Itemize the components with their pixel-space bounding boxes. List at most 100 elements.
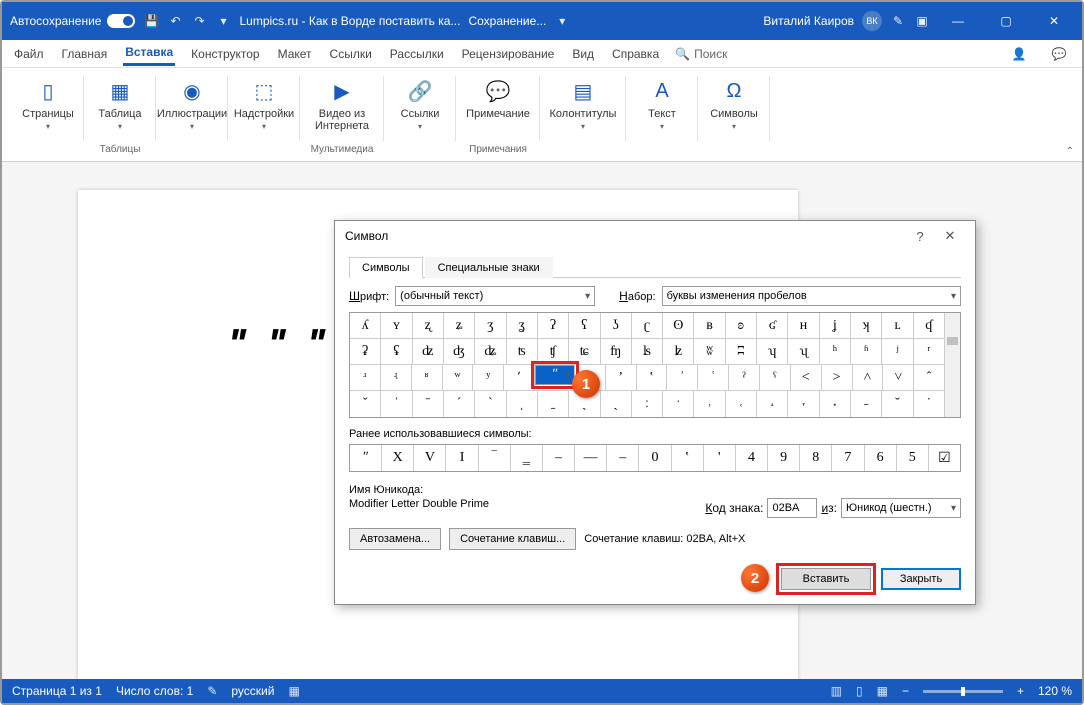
draw-icon[interactable]: ✎ <box>890 13 906 29</box>
symbol-cell[interactable]: ˄ <box>853 365 884 390</box>
from-select[interactable]: Юникод (шестн.) <box>841 498 961 518</box>
symbol-cell[interactable]: ʦ <box>507 339 538 364</box>
symbol-cell[interactable]: ʹ <box>504 365 535 390</box>
dialog-help-button[interactable]: ? <box>905 229 935 244</box>
symbol-cell[interactable]: ʔ <box>538 313 569 338</box>
recent-symbol[interactable]: ☑ <box>929 445 960 471</box>
recent-symbol[interactable]: ‾ <box>479 445 511 471</box>
addins-button[interactable]: ⬚Надстройки▾ <box>234 72 294 135</box>
recent-symbol[interactable]: ‒ <box>543 445 575 471</box>
symbol-cell[interactable]: ʷ <box>443 365 474 390</box>
symbol-cell[interactable]: ʺ <box>535 365 575 385</box>
subset-select[interactable]: буквы изменения пробелов <box>662 286 961 306</box>
headerfooter-button[interactable]: ▤Колонтитулы▾ <box>546 72 620 135</box>
symbol-cell[interactable]: ʟ <box>882 313 913 338</box>
recent-symbol[interactable]: 5 <box>897 445 929 471</box>
symbol-cell[interactable]: ˇ <box>350 391 381 417</box>
symbol-cell[interactable]: ʢ <box>381 339 412 364</box>
print-layout-icon[interactable]: ▯ <box>856 684 863 698</box>
recent-symbol[interactable]: 8 <box>800 445 832 471</box>
font-select[interactable]: (обычный текст) <box>395 286 595 306</box>
online-video-button[interactable]: ▶Видео из Интернета <box>306 72 378 136</box>
symbol-cell[interactable]: ˀ <box>729 365 760 390</box>
symbol-cell[interactable]: ʓ <box>507 313 538 338</box>
symbol-cell[interactable]: ʝ <box>820 313 851 338</box>
symbol-cell[interactable]: ʕ <box>569 313 600 338</box>
symbol-cell[interactable]: ˑ <box>663 391 694 417</box>
symbol-cell[interactable]: ʤ <box>444 339 475 364</box>
tab-special-chars[interactable]: Специальные знаки <box>425 257 553 278</box>
user-name[interactable]: Виталий Каиров <box>763 14 854 28</box>
symbol-cell[interactable]: ʒ <box>475 313 506 338</box>
symbol-cell[interactable]: ʾ <box>667 365 698 390</box>
symbol-cell[interactable]: ˊ <box>444 391 475 417</box>
page-number[interactable]: Страница 1 из 1 <box>12 684 102 698</box>
symbol-cell[interactable]: ˋ <box>475 391 506 417</box>
symbol-cell[interactable]: ʲ <box>882 339 913 364</box>
comment-button[interactable]: 💬Примечание <box>462 72 534 124</box>
symbol-cell[interactable]: ˍ <box>538 391 569 417</box>
word-count[interactable]: Число слов: 1 <box>116 684 193 698</box>
recent-symbol[interactable]: I <box>446 445 478 471</box>
recent-symbol[interactable]: ‗ <box>511 445 543 471</box>
symbol-cell[interactable]: ˗ <box>851 391 882 417</box>
symbol-cell[interactable]: ʮ <box>757 339 788 364</box>
title-dropdown-icon[interactable]: ▾ <box>554 13 570 29</box>
recent-symbol[interactable]: ‛ <box>672 445 704 471</box>
recent-symbol[interactable]: 7 <box>832 445 864 471</box>
symbol-cell[interactable]: ʡ <box>350 339 381 364</box>
symbol-cell[interactable]: ʧ <box>538 339 569 364</box>
zoom-slider[interactable] <box>923 690 1003 693</box>
collapse-ribbon-icon[interactable]: ⌃ <box>1066 146 1074 157</box>
symbol-cell[interactable]: ʙ <box>694 313 725 338</box>
recent-symbol[interactable]: ' <box>704 445 736 471</box>
symbol-cell[interactable]: ˖ <box>820 391 851 417</box>
close-button[interactable]: ✕ <box>1034 6 1074 36</box>
symbol-cell[interactable]: ʰ <box>820 339 851 364</box>
symbol-cell[interactable]: ˙ <box>914 391 944 417</box>
symbol-cell[interactable]: ʿ <box>698 365 729 390</box>
pages-button[interactable]: ▯Страницы▾ <box>18 72 78 135</box>
symbol-cell[interactable]: ˌ <box>507 391 538 417</box>
tab-home[interactable]: Главная <box>60 43 110 65</box>
symbol-cell[interactable]: ˈ <box>381 391 412 417</box>
undo-icon[interactable]: ↶ <box>167 13 183 29</box>
share-button[interactable]: 👤 <box>1006 43 1032 65</box>
zoom-level[interactable]: 120 % <box>1038 684 1072 698</box>
links-button[interactable]: 🔗Ссылки▾ <box>390 72 450 135</box>
search-box[interactable]: 🔍Поиск <box>675 47 727 61</box>
symbol-cell[interactable]: ʼ <box>606 365 637 390</box>
symbol-cell[interactable]: ʶ <box>412 365 443 390</box>
minimize-button[interactable]: — <box>938 6 978 36</box>
window-mode-icon[interactable]: ▣ <box>914 13 930 29</box>
symbols-button[interactable]: ΩСимволы▾ <box>704 72 764 135</box>
symbol-cell[interactable]: ʣ <box>413 339 444 364</box>
symbol-cell[interactable]: ʵ <box>381 365 412 390</box>
tab-layout[interactable]: Макет <box>276 43 314 65</box>
tab-review[interactable]: Рецензирование <box>460 43 557 65</box>
dialog-close-button[interactable]: ✕ <box>935 228 965 244</box>
recent-symbol[interactable]: V <box>414 445 446 471</box>
symbol-cell[interactable]: ˅ <box>883 365 914 390</box>
char-code-input[interactable] <box>767 498 817 518</box>
insert-button[interactable]: Вставить <box>781 568 871 590</box>
read-mode-icon[interactable]: ▥ <box>831 684 842 698</box>
symbol-cell[interactable]: ʫ <box>663 339 694 364</box>
tab-references[interactable]: Ссылки <box>328 43 374 65</box>
recent-symbol[interactable]: X <box>382 445 414 471</box>
symbol-cell[interactable]: ʜ <box>788 313 819 338</box>
avatar[interactable]: ВК <box>862 11 882 31</box>
symbol-cell[interactable]: ʴ <box>350 365 381 390</box>
recent-symbol[interactable]: – <box>607 445 639 471</box>
zoom-in-icon[interactable]: + <box>1017 684 1024 698</box>
shortcut-button[interactable]: Сочетание клавиш... <box>449 528 576 550</box>
recent-symbol[interactable]: 9 <box>768 445 800 471</box>
macro-icon[interactable]: ▦ <box>288 684 299 698</box>
symbol-cell[interactable]: ʏ <box>381 313 412 338</box>
symbol-cell[interactable]: ʖ <box>601 313 632 338</box>
comments-button[interactable]: 💬 <box>1046 43 1072 65</box>
illustrations-button[interactable]: ◉Иллюстрации▾ <box>162 72 222 135</box>
symbol-cell[interactable]: ʸ <box>473 365 504 390</box>
recent-symbol[interactable]: 6 <box>865 445 897 471</box>
web-layout-icon[interactable]: ▦ <box>877 684 888 698</box>
